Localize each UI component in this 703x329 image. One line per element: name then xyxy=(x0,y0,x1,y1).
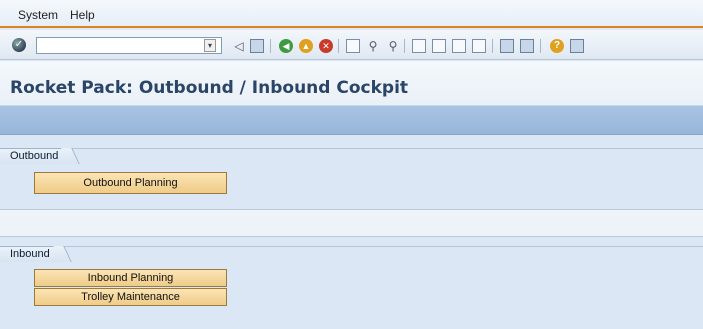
first-page-icon[interactable] xyxy=(412,39,426,53)
customize-layout-icon[interactable] xyxy=(570,39,584,53)
toolbar-separator xyxy=(404,39,405,53)
menu-help[interactable]: Help xyxy=(70,8,95,22)
exit-icon[interactable]: ▲ xyxy=(299,39,313,53)
command-field[interactable] xyxy=(36,37,222,54)
back-arrow-icon[interactable]: ◁ xyxy=(232,39,246,53)
shortcut-icon[interactable] xyxy=(520,39,534,53)
group-divider xyxy=(0,246,703,247)
toolbar-separator xyxy=(338,39,339,53)
next-page-icon[interactable] xyxy=(452,39,466,53)
inbound-planning-button[interactable]: Inbound Planning xyxy=(34,269,227,287)
spacer-band xyxy=(0,209,703,237)
standard-toolbar: ✓ ▾ ◁ ◀ ▲ ✕ ⚲ ⚲ ? xyxy=(0,30,703,60)
toolbar-separator xyxy=(540,39,541,53)
print-icon[interactable] xyxy=(346,39,360,53)
group-label-outbound: Outbound xyxy=(0,148,73,164)
title-bar: Rocket Pack: Outbound / Inbound Cockpit xyxy=(0,61,703,105)
menu-system[interactable]: System xyxy=(18,8,58,22)
find-icon[interactable]: ⚲ xyxy=(366,39,380,53)
enter-icon[interactable]: ✓ xyxy=(12,38,26,52)
toolbar-separator xyxy=(492,39,493,53)
cancel-icon[interactable]: ✕ xyxy=(319,39,333,53)
toolbar-separator xyxy=(270,39,271,53)
help-icon[interactable]: ? xyxy=(550,39,564,53)
application-toolbar xyxy=(0,105,703,135)
save-icon[interactable] xyxy=(250,39,264,53)
main-content: Outbound Outbound Planning Inbound Inbou… xyxy=(0,135,703,329)
find-next-icon[interactable]: ⚲ xyxy=(386,39,400,53)
page-title: Rocket Pack: Outbound / Inbound Cockpit xyxy=(10,78,409,98)
dropdown-icon[interactable]: ▾ xyxy=(204,39,216,52)
back-icon[interactable]: ◀ xyxy=(279,39,293,53)
last-page-icon[interactable] xyxy=(472,39,486,53)
group-divider xyxy=(0,148,703,149)
menu-bar: System Help xyxy=(0,0,703,28)
group-label-inbound: Inbound xyxy=(0,246,64,262)
create-session-icon[interactable] xyxy=(500,39,514,53)
outbound-planning-button[interactable]: Outbound Planning xyxy=(34,172,227,194)
trolley-maintenance-button[interactable]: Trolley Maintenance xyxy=(34,288,227,306)
previous-page-icon[interactable] xyxy=(432,39,446,53)
